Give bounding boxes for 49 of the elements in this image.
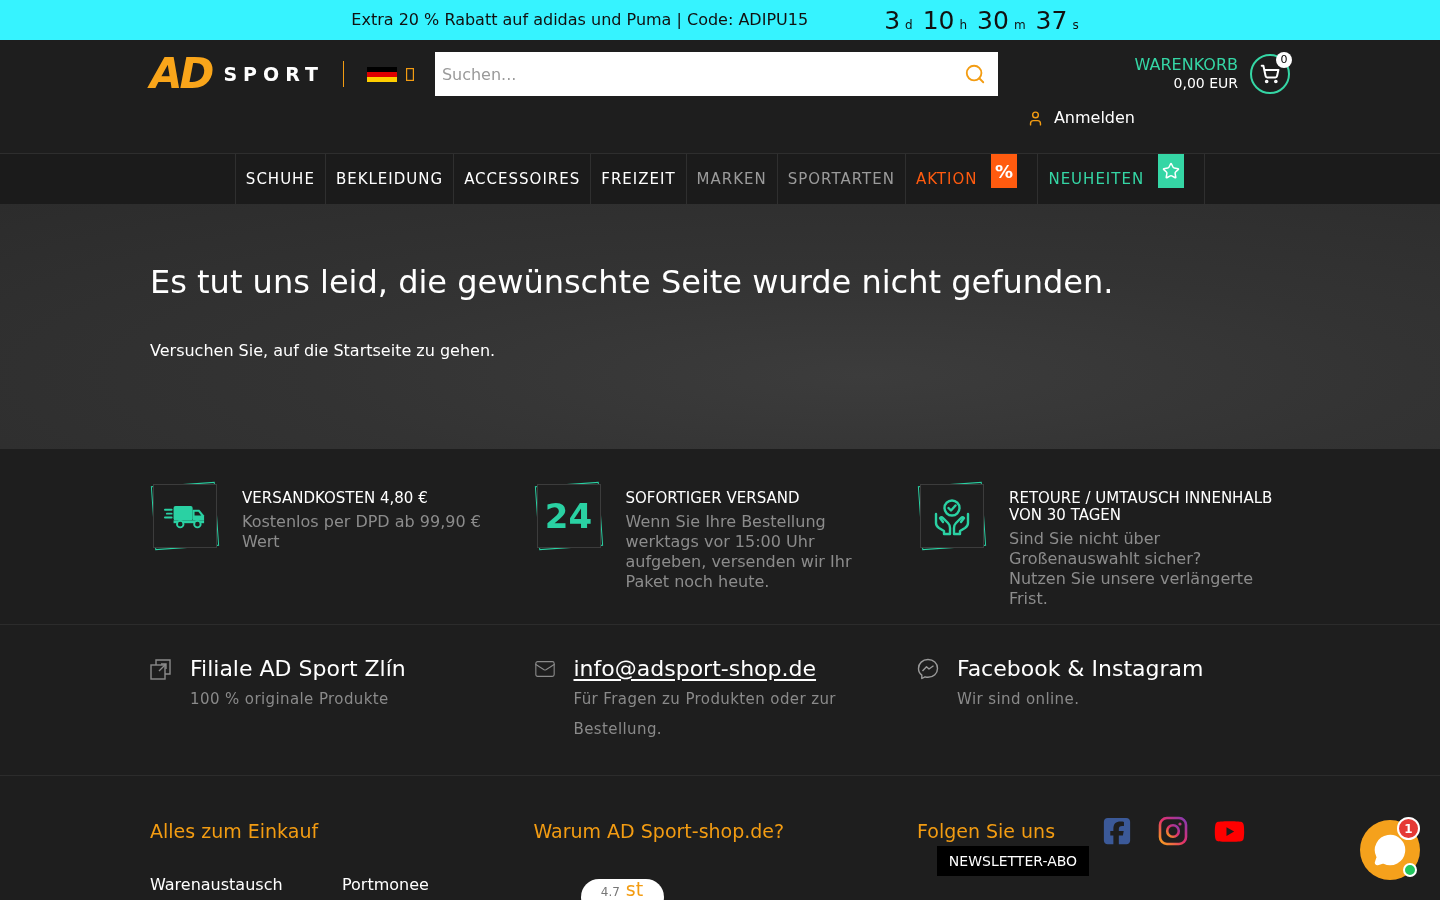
logo-text[interactable]: SPORT (223, 64, 324, 84)
feature-title: RETOURE / UMTAUSCH INNENHALB VON 30 TAGEN (1009, 490, 1274, 524)
feature-title: SOFORTIGER VERSAND (625, 490, 801, 507)
rating-badge[interactable]: 4.7 st (580, 879, 664, 900)
feature-description: Kostenlos per DPD ab 99,90 € Wert (242, 512, 482, 552)
mail-icon (533, 658, 556, 680)
external-link-icon (150, 658, 172, 680)
cart-icon (1260, 64, 1280, 84)
cart-link[interactable]: WARENKORB 0,00 EUR (1134, 55, 1238, 93)
cart-button[interactable]: 0 (1250, 54, 1290, 94)
footer-heading: Alles zum Einkauf (150, 819, 320, 843)
countdown-unit: h (959, 18, 968, 31)
contact-description: 100 % originale Produkte (190, 689, 390, 710)
german-flag-icon[interactable] (366, 66, 397, 82)
countdown-unit: s (1072, 18, 1079, 31)
email-link[interactable]: info@adsport-shop.de (573, 654, 884, 684)
contact-description: Für Fragen zu Produkten oder zur Bestellung. (573, 689, 837, 740)
instagram-icon[interactable] (1158, 816, 1189, 846)
footer-link[interactable]: Warenaustausch (150, 875, 342, 895)
countdown-value: 10 (922, 7, 955, 33)
error-heading: Es tut uns leid, die gewünschte Seite wurde nicht gefunden. (150, 262, 1115, 302)
notification-badge: 1 (1397, 817, 1420, 840)
contact-title: Filiale AD Sport Zlín (190, 655, 407, 683)
feature-title: VERSANDKOSTEN 4,80 € (242, 490, 429, 507)
percent-badge: % (991, 154, 1018, 188)
footer-heading: Folgen Sie uns (917, 819, 1056, 843)
feature-description: Sind Sie nicht über Großenauswahlt sicher? Nutzen Sie unsere verlängerte Frist. (1009, 529, 1254, 609)
promo-text: Extra 20 % Rabatt auf adidas und Puma | Code: ADIPU15 (351, 9, 809, 31)
feature-description: Wenn Sie Ihre Bestellung werktags vor 15:00 Uhr aufgeben, versenden wir Ihr Paket noch heute. (625, 512, 853, 592)
footer-link[interactable]: Portmonee (342, 875, 510, 895)
newsletter-tooltip: NEWSLETTER-ABO (937, 846, 1089, 876)
countdown-value: 37 (1035, 7, 1068, 33)
contact-title: Facebook & Instagram (957, 655, 1205, 683)
footer-heading: Warum AD Sport-shop.de? (533, 819, 786, 843)
error-hint: Versuchen Sie, auf die Startseite zu gehen. (150, 340, 497, 362)
countdown-value: 30 (977, 7, 1009, 33)
truck-icon (150, 481, 220, 552)
cart-count-badge: 0 (1276, 52, 1292, 68)
contact-description: Wir sind online. (957, 689, 1081, 710)
hands-check-icon (917, 481, 987, 552)
messenger-icon (917, 658, 939, 680)
missing-glyph-icon[interactable] (405, 67, 414, 81)
countdown-value: 3 (884, 7, 901, 33)
facebook-icon[interactable] (1102, 816, 1133, 846)
chat-bubble-icon (1373, 833, 1407, 867)
countdown-unit: m (1013, 18, 1026, 31)
login-link[interactable]: Anmelden (1026, 108, 1135, 128)
search-field[interactable]: Suchen... (434, 52, 998, 96)
countdown-unit: d (905, 18, 913, 31)
